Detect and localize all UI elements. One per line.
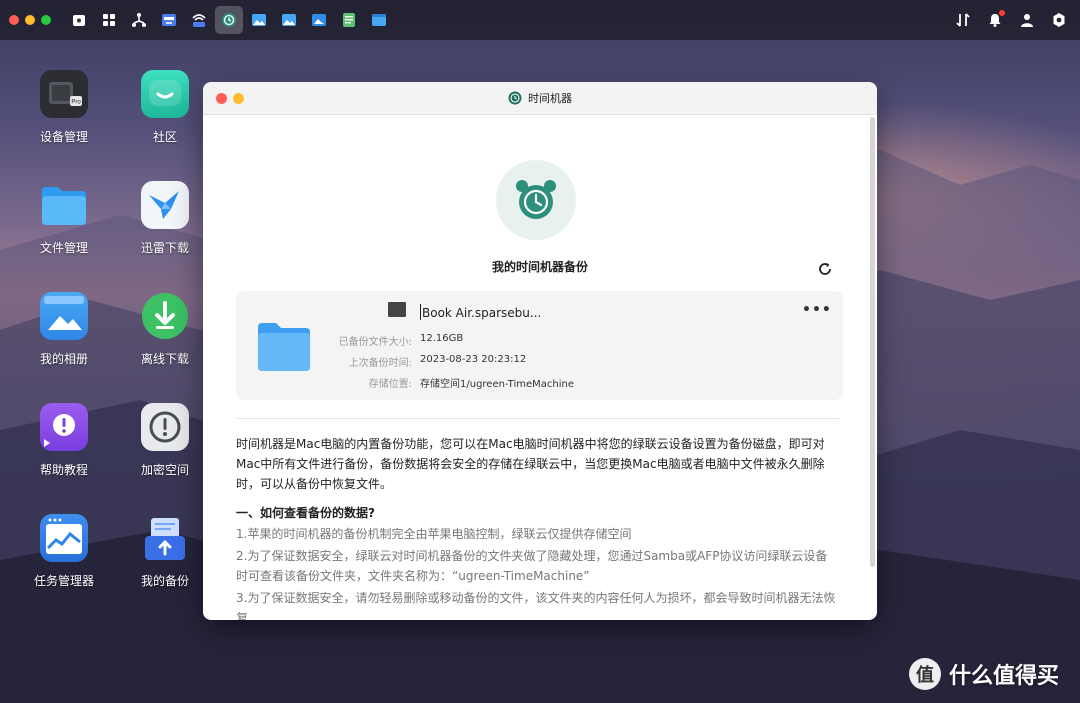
last-backup-value: 2023-08-23 20:23:12 — [420, 354, 527, 365]
folder-icon — [258, 323, 310, 371]
desktop-item-label: 我的相册 — [39, 352, 88, 366]
community-icon — [141, 70, 189, 118]
desktop-item-file-manager[interactable]: 文件管理 — [19, 181, 109, 256]
window-controls — [216, 93, 244, 104]
photo-icon[interactable] — [275, 6, 303, 34]
note-item: 1.苹果的时间机器的备份机制完全由苹果电脑控制，绿联云仅提供存储空间 — [236, 527, 632, 541]
desktop-item-label: 离线下载 — [140, 352, 189, 366]
description-text: 时间机器是Mac电脑的内置备份功能，您可以在Mac电脑时间机器中将您的绿联云设备… — [236, 437, 825, 491]
desktop-item-album[interactable]: 我的相册 — [19, 292, 109, 367]
last-backup-label: 上次备份时间: — [348, 358, 412, 369]
desktop-item-label: 帮助教程 — [39, 463, 88, 477]
note-icon[interactable] — [335, 6, 363, 34]
desktop-item-label: 任务管理器 — [33, 574, 94, 588]
offline-download-icon — [141, 292, 189, 340]
desktop-item-offline-download[interactable]: 离线下载 — [120, 292, 210, 367]
note-item: 3.为了保证数据安全，请勿轻易删除或移动备份的文件，该文件夹的内容任何人为损坏，… — [236, 591, 836, 620]
refresh-icon[interactable] — [817, 261, 833, 277]
window-title: 时间机器 — [508, 90, 572, 106]
file-manager-icon — [40, 181, 88, 229]
wifi-device-icon[interactable] — [185, 6, 213, 34]
transfer-icon[interactable] — [954, 11, 972, 29]
desktop-item-backup[interactable]: 我的备份 — [120, 514, 210, 589]
svg-text:Pro: Pro — [71, 100, 81, 106]
grid-icon[interactable] — [95, 6, 123, 34]
watermark: 值 什么值得买 — [909, 658, 1059, 690]
home-icon[interactable] — [65, 6, 93, 34]
network-icon[interactable] — [125, 6, 153, 34]
backup-name: Book Air.sparsebu... — [419, 304, 542, 320]
storage-location-label: 存储位置: — [368, 379, 412, 390]
minimize-dot[interactable] — [25, 15, 35, 25]
taskbar-status — [954, 0, 1068, 40]
safe-icon — [141, 403, 189, 451]
thunder-icon — [141, 181, 189, 229]
desktop-item-label: 设备管理 — [39, 130, 88, 144]
desktop-item-label: 社区 — [152, 130, 177, 144]
photo-icon[interactable] — [245, 6, 273, 34]
folder-window-icon[interactable] — [365, 6, 393, 34]
album-icon — [40, 292, 88, 340]
desktop-item-safe[interactable]: 加密空间 — [120, 403, 210, 478]
time-machine-hero — [496, 160, 576, 240]
help-icon — [40, 403, 88, 451]
window-minimize-button[interactable] — [233, 93, 244, 104]
thunder-download-icon[interactable] — [155, 6, 183, 34]
taskbar-window-controls — [9, 15, 51, 25]
desktop-item-label: 迅雷下载 — [140, 241, 189, 255]
task-manager-icon — [40, 514, 88, 562]
backup-size-label: 已备份文件大小: — [338, 337, 412, 348]
desktop-item-task-manager[interactable]: 任务管理器 — [19, 514, 109, 589]
desktop-item-label: 我的备份 — [140, 574, 189, 588]
settings-icon[interactable] — [1050, 11, 1068, 29]
cloud-photo-icon[interactable] — [305, 6, 333, 34]
note-item: 2.为了保证数据安全，绿联云对时间机器备份的文件夹做了隐藏处理，您通过Samba… — [236, 549, 828, 583]
time-machine-icon[interactable] — [215, 6, 243, 34]
faq-heading: 一、如何查看备份的数据? — [236, 506, 375, 520]
backup-card[interactable]: Book Air.sparsebu... ••• 已备份文件大小: 12.16G… — [236, 291, 843, 400]
device-manager-icon: Pro — [40, 70, 88, 118]
window-scrollbar[interactable] — [870, 117, 875, 567]
watermark-text: 什么值得买 — [949, 664, 1060, 689]
storage-location-value: 存储空间1/ugreen-TimeMachine — [420, 379, 574, 390]
backup-icon — [141, 514, 189, 562]
divider — [236, 418, 839, 419]
desktop-item-thunder[interactable]: 迅雷下载 — [120, 181, 210, 256]
backup-size-value: 12.16GB — [420, 333, 464, 344]
more-options-icon[interactable]: ••• — [802, 302, 832, 318]
alarm-clock-icon — [516, 180, 556, 219]
taskbar — [0, 0, 1080, 40]
watermark-logo: 值 — [909, 658, 941, 690]
window-titlebar[interactable]: 时间机器 — [203, 82, 877, 115]
desktop-item-device-manager[interactable]: Pro 设备管理 — [19, 70, 109, 145]
desktop-item-help[interactable]: 帮助教程 — [19, 403, 109, 478]
zoom-dot[interactable] — [41, 15, 51, 25]
close-dot[interactable] — [9, 15, 19, 25]
desktop-item-label: 加密空间 — [140, 463, 189, 477]
notification-badge — [999, 10, 1005, 16]
disk-image-icon — [388, 302, 406, 317]
desktop-item-community[interactable]: 社区 — [120, 70, 210, 145]
user-icon[interactable] — [1018, 11, 1036, 29]
window-title-text: 时间机器 — [528, 92, 572, 105]
backup-section-title: 我的时间机器备份 — [491, 260, 588, 274]
bell-icon[interactable] — [986, 10, 1005, 29]
desktop-item-label: 文件管理 — [39, 241, 88, 255]
time-machine-window: 时间机器 我的时间机器备份 Book Air.sparsebu... ••• 已… — [203, 82, 877, 620]
taskbar-apps — [65, 6, 395, 34]
window-close-button[interactable] — [216, 93, 227, 104]
time-machine-icon — [508, 91, 522, 105]
